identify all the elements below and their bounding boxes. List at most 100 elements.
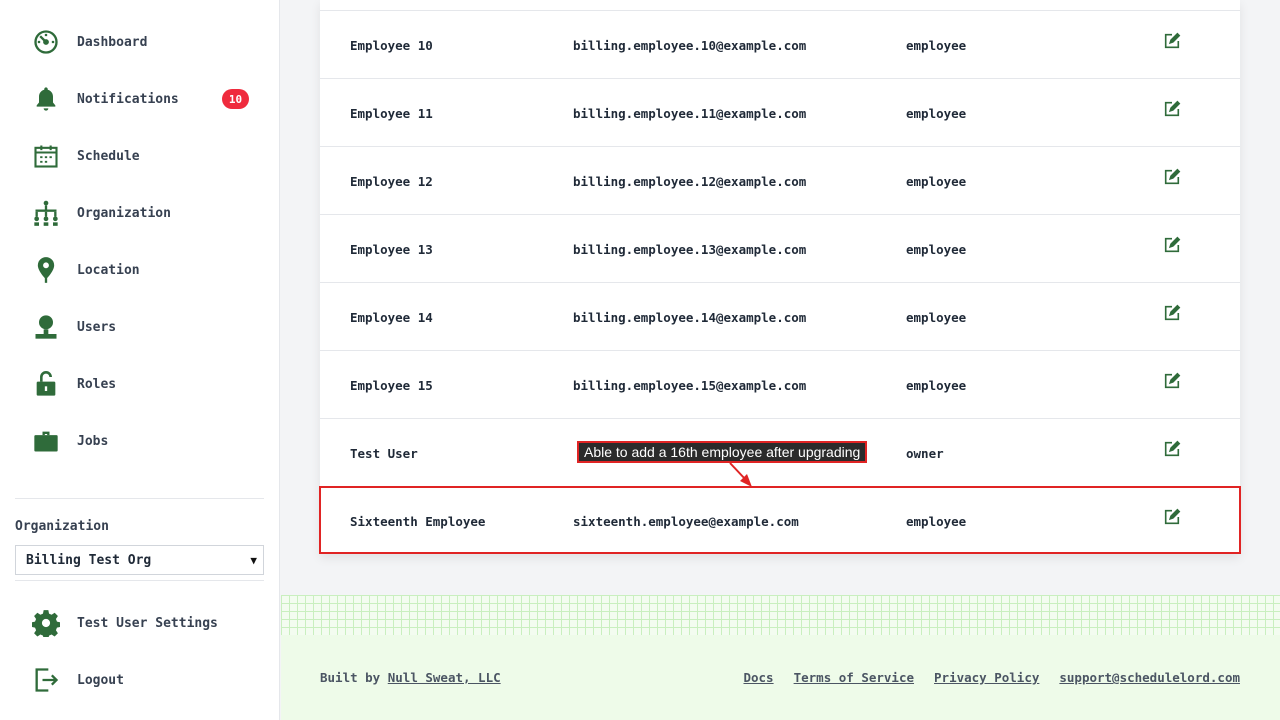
sidebar-item-label: Dashboard bbox=[77, 34, 148, 50]
sidebar-item-label: Roles bbox=[77, 376, 117, 392]
user-name: Employee 15 bbox=[350, 377, 433, 393]
sidebar-item-roles[interactable]: Roles bbox=[30, 364, 260, 404]
table-row: Employee 11 billing.employee.11@example.… bbox=[320, 78, 1240, 146]
notification-count-badge: 10 bbox=[222, 89, 249, 109]
sidebar-item-label: Notifications bbox=[77, 91, 179, 107]
user-role: owner bbox=[906, 445, 944, 461]
footer-links: Docs Terms of Service Privacy Policy sup… bbox=[743, 670, 1240, 685]
sidebar-item-location[interactable]: Location bbox=[30, 250, 260, 290]
edit-button[interactable] bbox=[1163, 351, 1181, 419]
users-table: Employee 10 billing.employee.10@example.… bbox=[320, 0, 1240, 554]
terms-link[interactable]: Terms of Service bbox=[794, 670, 914, 685]
chevron-down-icon: ▼ bbox=[250, 554, 257, 567]
edit-button[interactable] bbox=[1163, 283, 1181, 351]
sidebar-item-label: Jobs bbox=[77, 433, 109, 449]
org-chart-icon bbox=[30, 197, 62, 229]
edit-button[interactable] bbox=[1163, 419, 1181, 487]
user-name: Employee 12 bbox=[350, 173, 433, 189]
sidebar: Dashboard Notifications 10 Schedule Orga… bbox=[0, 0, 280, 720]
bell-icon bbox=[30, 83, 62, 115]
edit-icon bbox=[1163, 168, 1181, 189]
edit-icon bbox=[1163, 100, 1181, 121]
edit-icon bbox=[1163, 508, 1181, 529]
user-email: billing.employee.14@example.com bbox=[573, 309, 807, 325]
table-row: Employee 15 billing.employee.15@example.… bbox=[320, 350, 1240, 418]
built-by-prefix: Built by bbox=[320, 670, 381, 685]
table-row: Employee 13 billing.employee.13@example.… bbox=[320, 214, 1240, 282]
logout-icon bbox=[30, 664, 62, 696]
sidebar-item-organization[interactable]: Organization bbox=[30, 193, 260, 233]
footer-grid-pattern bbox=[281, 595, 1280, 635]
user-role: employee bbox=[906, 309, 967, 325]
table-row bbox=[320, 0, 1240, 10]
organization-label: Organization bbox=[15, 519, 109, 534]
logout-link[interactable]: Logout bbox=[30, 660, 260, 700]
sidebar-item-partial[interactable] bbox=[30, 478, 260, 492]
sidebar-nav: Dashboard Notifications 10 Schedule Orga… bbox=[0, 0, 280, 492]
map-pin-icon bbox=[30, 254, 62, 286]
table-row: Employee 12 billing.employee.12@example.… bbox=[320, 146, 1240, 214]
edit-icon bbox=[1163, 440, 1181, 461]
user-role: employee bbox=[906, 105, 967, 121]
sidebar-item-label: Users bbox=[77, 319, 117, 335]
partial-icon bbox=[30, 482, 62, 492]
edit-button[interactable] bbox=[1163, 487, 1181, 555]
user-role: employee bbox=[906, 513, 967, 529]
user-icon bbox=[30, 311, 62, 343]
sidebar-item-label: Schedule bbox=[77, 148, 140, 164]
briefcase-icon bbox=[30, 425, 62, 457]
user-name: Sixteenth Employee bbox=[350, 513, 486, 529]
unlock-icon bbox=[30, 368, 62, 400]
built-by-link[interactable]: Null Sweat, LLC bbox=[388, 670, 501, 685]
edit-icon bbox=[1163, 32, 1181, 53]
user-role: employee bbox=[906, 37, 967, 53]
gear-icon bbox=[30, 607, 62, 639]
edit-icon bbox=[1163, 304, 1181, 325]
edit-button[interactable] bbox=[1163, 215, 1181, 283]
user-email: billing.employee.11@example.com bbox=[573, 105, 807, 121]
sidebar-item-dashboard[interactable]: Dashboard bbox=[30, 22, 260, 62]
organization-select[interactable]: Billing Test Org ▼ bbox=[15, 545, 264, 575]
user-name: Employee 13 bbox=[350, 241, 433, 257]
user-email: billing.employee.12@example.com bbox=[573, 173, 807, 189]
user-role: employee bbox=[906, 377, 967, 393]
sidebar-item-schedule[interactable]: Schedule bbox=[30, 136, 260, 176]
privacy-link[interactable]: Privacy Policy bbox=[934, 670, 1039, 685]
annotation-callout: Able to add a 16th employee after upgrad… bbox=[577, 441, 868, 463]
table-row: Sixteenth Employee sixteenth.employee@ex… bbox=[320, 486, 1240, 554]
sidebar-item-notifications[interactable]: Notifications 10 bbox=[30, 79, 260, 119]
user-email: billing.employee.10@example.com bbox=[573, 37, 807, 53]
edit-button[interactable] bbox=[1163, 147, 1181, 215]
sidebar-item-label: Location bbox=[77, 262, 140, 278]
support-email-link[interactable]: support@schedulelord.com bbox=[1059, 670, 1240, 685]
sidebar-item-users[interactable]: Users bbox=[30, 307, 260, 347]
edit-icon bbox=[1163, 372, 1181, 393]
organization-select-value: Billing Test Org bbox=[26, 552, 152, 568]
sidebar-item-label: Organization bbox=[77, 205, 171, 221]
table-row: Employee 10 billing.employee.10@example.… bbox=[320, 10, 1240, 78]
user-email: sixteenth.employee@example.com bbox=[573, 513, 799, 529]
sidebar-divider bbox=[15, 580, 264, 581]
user-name: Employee 11 bbox=[350, 105, 433, 121]
user-role: employee bbox=[906, 173, 967, 189]
user-name: Employee 14 bbox=[350, 309, 433, 325]
table-row: Employee 14 billing.employee.14@example.… bbox=[320, 282, 1240, 350]
settings-label: Test User Settings bbox=[77, 615, 218, 631]
docs-link[interactable]: Docs bbox=[743, 670, 773, 685]
user-email: billing.employee.15@example.com bbox=[573, 377, 807, 393]
built-by: Built by Null Sweat, LLC bbox=[320, 670, 501, 685]
sidebar-item-jobs[interactable]: Jobs bbox=[30, 421, 260, 461]
calendar-icon bbox=[30, 140, 62, 172]
settings-link[interactable]: Test User Settings bbox=[30, 603, 260, 643]
edit-button[interactable] bbox=[1163, 79, 1181, 147]
dashboard-icon bbox=[30, 26, 62, 58]
edit-button[interactable] bbox=[1163, 11, 1181, 79]
logout-label: Logout bbox=[77, 672, 124, 688]
user-email: billing.employee.13@example.com bbox=[573, 241, 807, 257]
footer: Built by Null Sweat, LLC Docs Terms of S… bbox=[281, 595, 1280, 720]
sidebar-divider bbox=[15, 498, 264, 499]
user-name: Employee 10 bbox=[350, 37, 433, 53]
edit-icon bbox=[1163, 236, 1181, 257]
user-role: employee bbox=[906, 241, 967, 257]
user-name: Test User bbox=[350, 445, 418, 461]
